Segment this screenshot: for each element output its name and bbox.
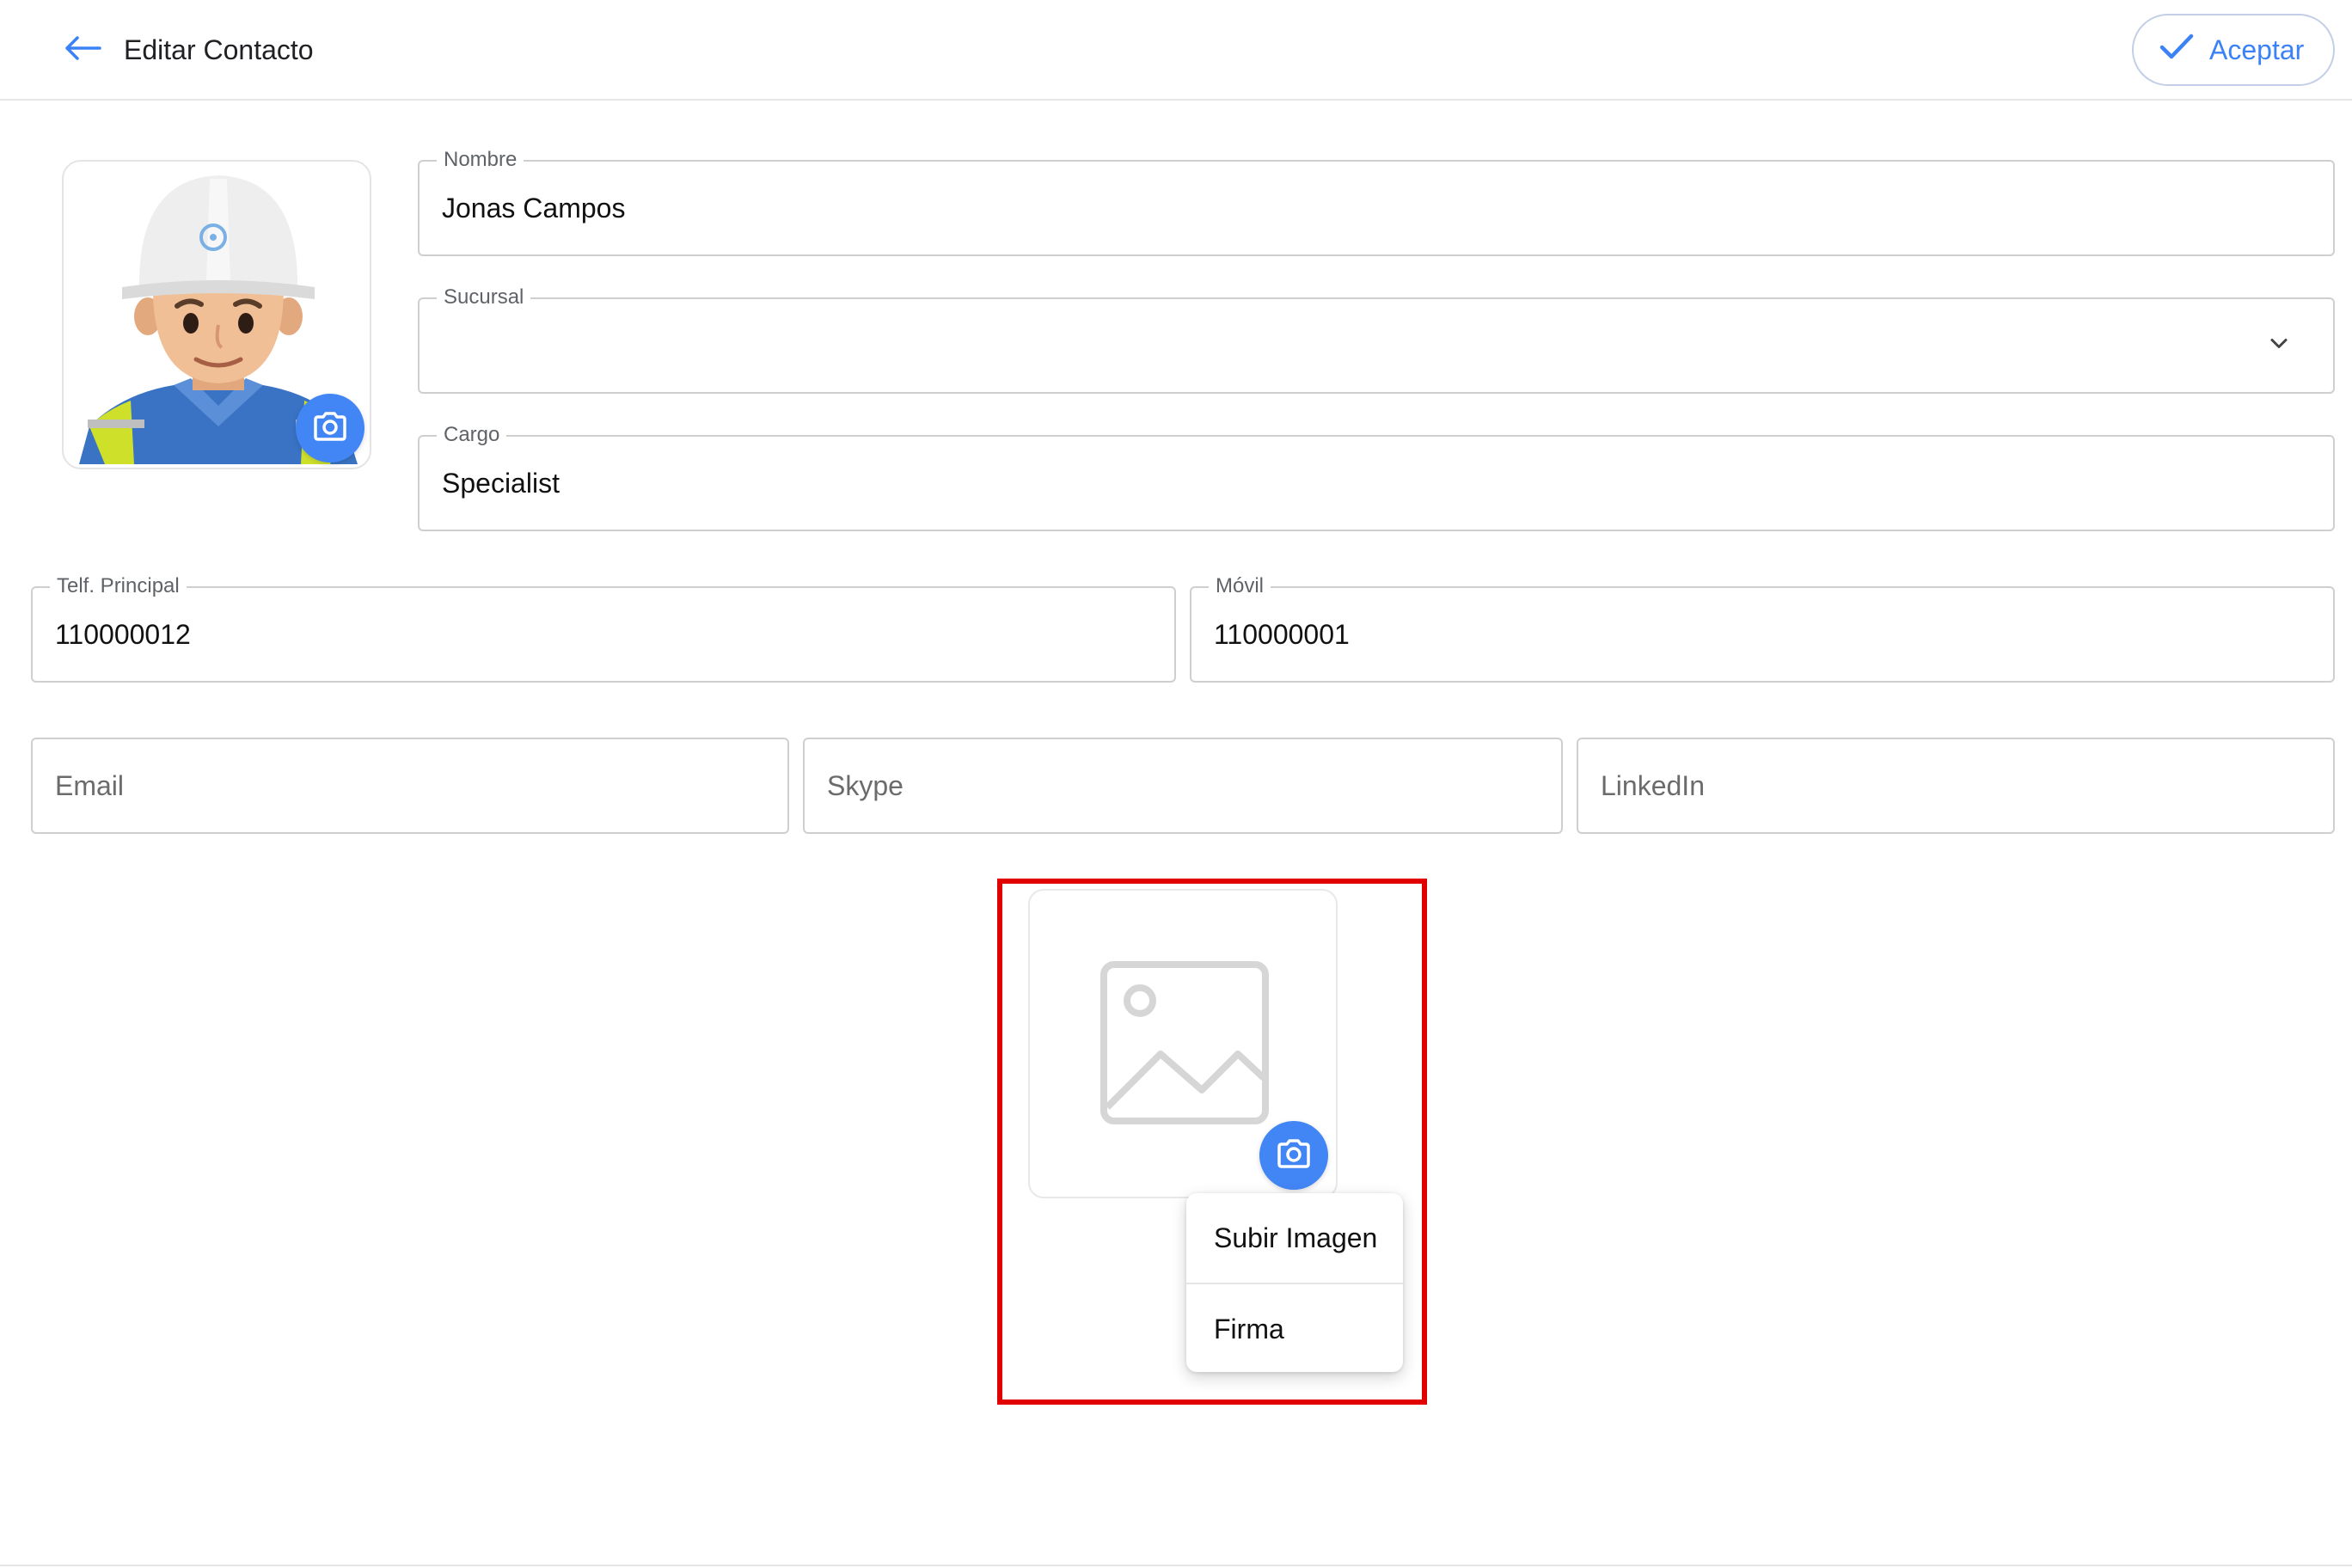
telefono-principal-value: 110000012 [55,618,191,650]
check-icon [2159,33,2194,67]
movil-field[interactable]: Móvil 110000001 [1190,574,2335,683]
linkedin-placeholder: LinkedIn [1601,769,1705,801]
arrow-left-icon [64,35,101,65]
top-app-bar: Editar Contacto Aceptar [0,0,2352,101]
camera-icon [1276,1138,1312,1173]
page-title: Editar Contacto [124,34,314,65]
movil-value: 110000001 [1214,618,1350,650]
email-field[interactable]: Email [31,738,789,834]
sucursal-label: Sucursal [437,285,531,309]
cargo-field[interactable]: Cargo Specialist [418,423,2335,531]
email-placeholder: Email [55,769,125,801]
bottom-divider [0,1565,2352,1566]
nombre-field[interactable]: Nombre Jonas Campos [418,148,2335,256]
avatar-camera-button[interactable] [296,394,364,462]
menu-item-firma[interactable]: Firma [1186,1284,1403,1374]
image-options-menu: Subir Imagen Firma [1186,1193,1403,1372]
sucursal-select[interactable]: Sucursal [418,285,2335,394]
accept-button-label: Aceptar [2209,34,2305,65]
cargo-value: Specialist [442,467,560,499]
linkedin-field[interactable]: LinkedIn [1577,738,2335,834]
back-button[interactable] [57,29,108,70]
contact-avatar [62,160,371,469]
accept-button[interactable]: Aceptar [2132,14,2335,86]
nombre-value: Jonas Campos [442,192,626,224]
skype-field[interactable]: Skype [803,738,1563,834]
camera-icon [312,411,348,446]
telefono-principal-field[interactable]: Telf. Principal 110000012 [31,574,1176,683]
chevron-down-icon [2269,338,2288,354]
menu-item-subir-imagen[interactable]: Subir Imagen [1186,1193,1403,1283]
skype-placeholder: Skype [827,769,903,801]
signature-camera-button[interactable] [1259,1121,1328,1190]
